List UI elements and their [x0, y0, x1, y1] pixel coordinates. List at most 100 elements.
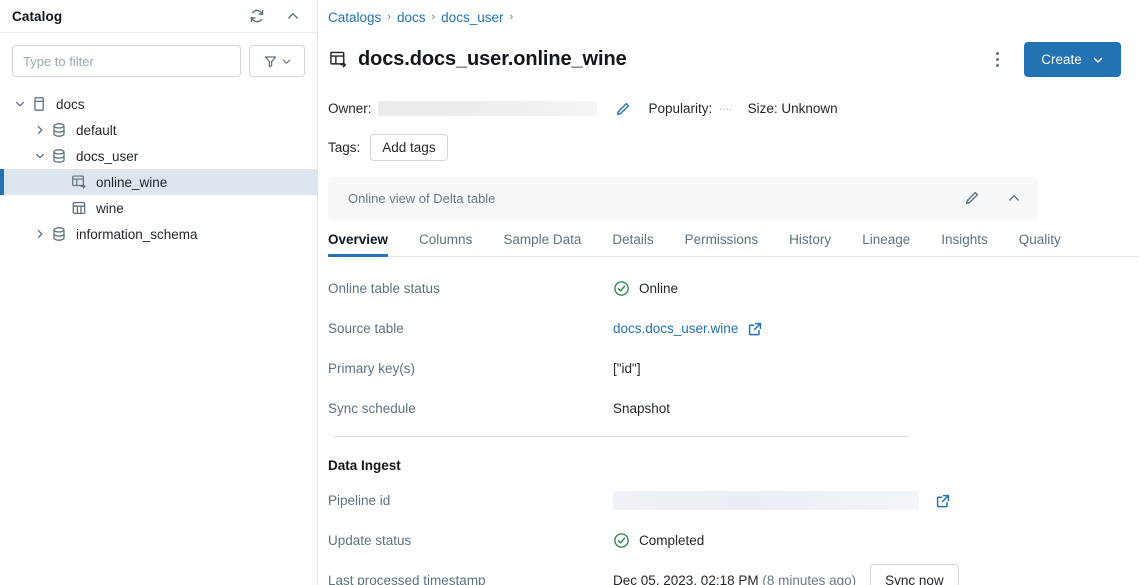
catalog-filter-row — [0, 33, 317, 77]
tab-bar: Overview Columns Sample Data Details Permiss… — [328, 232, 1139, 257]
chevron-down-icon — [1092, 54, 1104, 66]
sidebar-item-docs[interactable]: docs — [0, 91, 317, 117]
popularity-value: ···· — [718, 101, 731, 116]
schema-icon — [50, 225, 68, 243]
sidebar-item-information-schema[interactable]: information_schema — [0, 221, 317, 247]
pencil-icon[interactable] — [962, 188, 982, 208]
description-text: Online view of Delta table — [348, 191, 495, 206]
popularity-label: Popularity: — [649, 101, 713, 116]
chevron-down-icon[interactable] — [32, 148, 48, 164]
refresh-icon[interactable] — [247, 6, 267, 26]
update-status-label: Update status — [328, 533, 613, 548]
sidebar-item-label: wine — [96, 201, 124, 216]
more-vertical-icon[interactable] — [986, 47, 1008, 73]
metadata-row: Owner: Popularity: ···· Size: Unknown — [328, 99, 1121, 119]
pipeline-id-value-redacted — [613, 491, 919, 510]
description-box[interactable]: Online view of Delta table — [328, 177, 1038, 220]
add-tags-button[interactable]: Add tags — [370, 134, 447, 161]
overview-row: Source tabledocs.docs_user.wine — [328, 309, 1121, 349]
overview-row: Online table statusOnline — [328, 269, 1121, 309]
chevron-up-icon[interactable] — [283, 6, 303, 26]
timestamp-relative: (8 minutes ago) — [762, 573, 856, 585]
pipeline-id-label: Pipeline id — [328, 493, 613, 508]
twisty-spacer — [52, 174, 68, 190]
update-status-value: Completed — [639, 533, 704, 548]
online-table-icon — [70, 173, 88, 191]
chevron-up-icon[interactable] — [1004, 188, 1024, 208]
table-icon — [70, 199, 88, 217]
chevron-down-icon — [281, 56, 292, 67]
catalog-icon — [30, 95, 48, 113]
pipeline-id-row: Pipeline id — [328, 481, 1121, 521]
sidebar-item-label: docs — [56, 97, 85, 112]
catalog-title: Catalog — [12, 9, 62, 24]
last-processed-timestamp-label: Last processed timestamp — [328, 573, 613, 585]
source-table-link[interactable]: docs.docs_user.wine — [613, 321, 738, 336]
tab-history[interactable]: History — [789, 232, 831, 256]
overview-row-value: docs.docs_user.wine — [613, 321, 763, 337]
data-ingest-list: Pipeline id Update status — [328, 481, 1121, 585]
chevron-right-icon[interactable] — [32, 226, 48, 242]
overview-row-value: ["id"] — [613, 361, 641, 376]
twisty-spacer — [52, 200, 68, 216]
catalog-tree: docs default docs_user online_winewine infor… — [0, 91, 317, 247]
overview-row-label: Sync schedule — [328, 401, 613, 416]
sidebar-item-docs-user[interactable]: docs_user — [0, 143, 317, 169]
main-content: Catalogs›docs›docs_user› docs.docs_user.… — [318, 0, 1145, 585]
last-processed-timestamp-row: Last processed timestamp Dec 05, 2023, 0… — [328, 561, 1121, 585]
page-title-row: docs.docs_user.online_wine Create — [328, 35, 1121, 85]
tab-details[interactable]: Details — [612, 232, 653, 256]
tab-lineage[interactable]: Lineage — [862, 232, 910, 256]
breadcrumb-separator: › — [432, 12, 436, 23]
check-circle-icon — [613, 532, 630, 549]
schema-icon — [50, 147, 68, 165]
online-table-icon — [328, 50, 348, 70]
filter-button[interactable] — [249, 45, 305, 77]
overview-row-text: Snapshot — [613, 401, 670, 416]
check-circle-icon — [613, 280, 630, 297]
tags-row: Tags: Add tags — [328, 134, 1121, 161]
page-title: docs.docs_user.online_wine — [358, 48, 627, 71]
sync-now-button[interactable]: Sync now — [870, 564, 959, 585]
data-ingest-heading: Data Ingest — [328, 458, 1121, 473]
tab-quality[interactable]: Quality — [1019, 232, 1061, 256]
breadcrumb-separator: › — [509, 12, 513, 23]
catalog-header: Catalog — [0, 0, 317, 33]
breadcrumb: Catalogs›docs›docs_user› — [328, 7, 1121, 27]
external-link-icon[interactable] — [935, 493, 951, 509]
sidebar-item-label: information_schema — [76, 227, 198, 242]
search-input[interactable] — [12, 45, 241, 77]
size-label: Size: Unknown — [748, 101, 838, 116]
breadcrumb-link-docs[interactable]: docs — [397, 10, 426, 25]
timestamp-value: Dec 05, 2023, 02:18 PM — [613, 573, 759, 585]
create-button[interactable]: Create — [1024, 42, 1121, 77]
update-status-row: Update status Completed — [328, 521, 1121, 561]
tab-overview[interactable]: Overview — [328, 232, 388, 256]
owner-label: Owner: — [328, 101, 372, 116]
schema-icon — [50, 121, 68, 139]
overview-row: Sync scheduleSnapshot — [328, 389, 1121, 429]
chevron-down-icon[interactable] — [12, 96, 28, 112]
sidebar-item-label: docs_user — [76, 149, 138, 164]
create-button-label: Create — [1041, 52, 1082, 67]
sidebar-item-online-wine[interactable]: online_wine — [0, 169, 317, 195]
pencil-icon[interactable] — [615, 101, 631, 117]
breadcrumb-link-Catalogs[interactable]: Catalogs — [328, 10, 381, 25]
tab-columns[interactable]: Columns — [419, 232, 472, 256]
tab-permissions[interactable]: Permissions — [685, 232, 759, 256]
breadcrumb-link-docs-user[interactable]: docs_user — [441, 10, 503, 25]
tab-sample-data[interactable]: Sample Data — [503, 232, 581, 256]
sidebar-item-label: default — [76, 123, 117, 138]
overview-row: Primary key(s)["id"] — [328, 349, 1121, 389]
overview-row-text: ["id"] — [613, 361, 641, 376]
sidebar-item-label: online_wine — [96, 175, 167, 190]
overview-detail-list: Online table statusOnlineSource tabledoc… — [328, 269, 1121, 429]
sidebar-item-wine[interactable]: wine — [0, 195, 317, 221]
chevron-right-icon[interactable] — [32, 122, 48, 138]
section-divider — [333, 436, 908, 437]
funnel-icon — [263, 54, 278, 69]
tab-insights[interactable]: Insights — [941, 232, 988, 256]
sidebar-item-default[interactable]: default — [0, 117, 317, 143]
overview-row-value: Snapshot — [613, 401, 670, 416]
external-link-icon[interactable] — [747, 321, 763, 337]
